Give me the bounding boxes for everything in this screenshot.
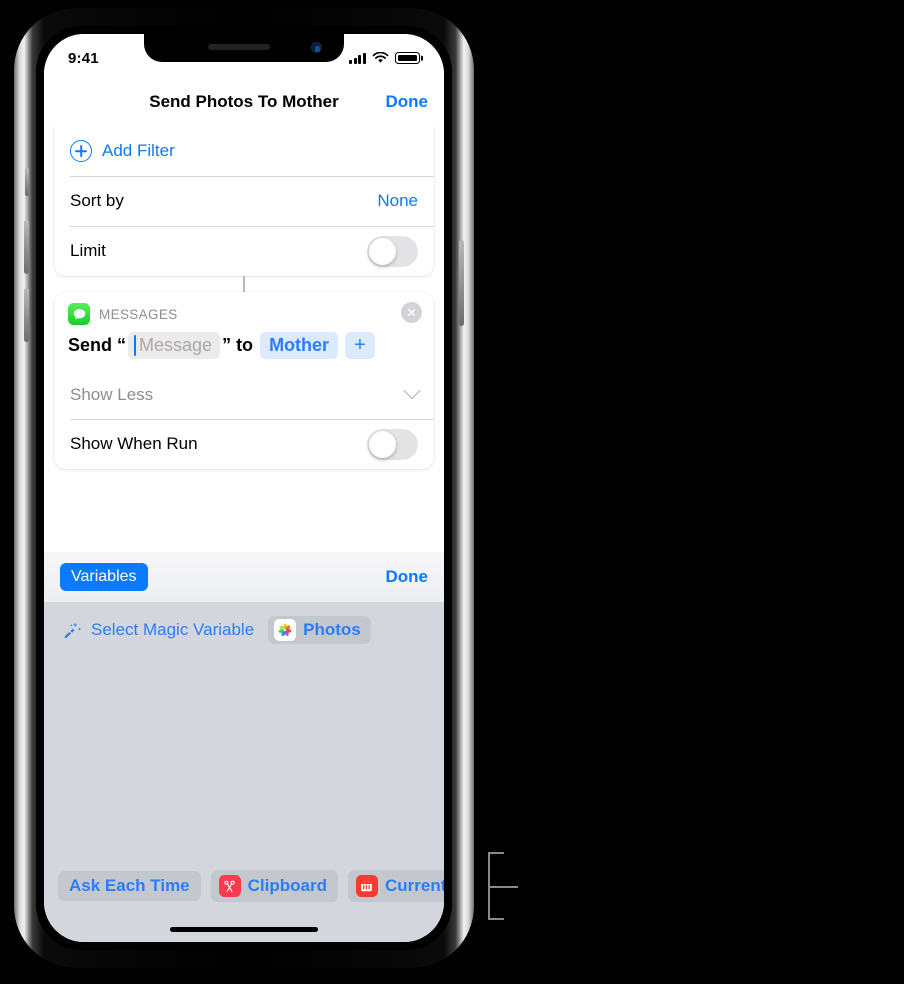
chevron-down-icon [403, 382, 421, 400]
page-title: Send Photos To Mother [149, 92, 339, 111]
limit-label: Limit [70, 241, 106, 260]
messages-app-name: MESSAGES [99, 306, 178, 322]
power-button[interactable] [459, 240, 464, 326]
recipient-token-mother[interactable]: Mother [260, 332, 339, 359]
speaker-grille [208, 44, 271, 50]
token-clipboard[interactable]: Clipboard [210, 870, 338, 902]
photos-icon [274, 619, 297, 641]
volume-down-button[interactable] [24, 288, 29, 342]
calendar-icon [355, 875, 378, 897]
add-filter-row[interactable]: Add Filter [54, 126, 434, 176]
photos-token-label: Photos [303, 620, 361, 639]
add-filter-label: Add Filter [102, 141, 175, 160]
shortcut-actions-list[interactable]: Add Filter Sort by None Limit MESSAGES S… [44, 126, 444, 552]
variables-toolbar: Variables Done [44, 552, 444, 602]
variables-button[interactable]: Variables [60, 563, 148, 591]
close-circle-icon[interactable] [401, 302, 422, 323]
plus-circle-icon [70, 140, 92, 162]
battery-full-icon [395, 52, 420, 64]
show-less-row[interactable]: Show Less [54, 371, 434, 419]
token-label: Ask Each Time [69, 876, 190, 895]
nav-done-button[interactable]: Done [386, 92, 429, 112]
clipboard-scissors-icon [218, 875, 241, 897]
messages-action-card: MESSAGES Send “ Message ” to Mother + Sh… [54, 292, 434, 469]
variables-done-button[interactable]: Done [386, 567, 429, 587]
variables-panel: Variables Done Select Magic Variable Pho… [44, 552, 444, 942]
volume-up-button[interactable] [24, 220, 29, 274]
token-label: Clipboard [247, 876, 327, 895]
variable-token-bar[interactable]: Ask Each Time Clipboard Current [44, 870, 444, 902]
message-input[interactable]: Message [128, 332, 221, 359]
text-cursor [134, 335, 137, 356]
show-when-run-row[interactable]: Show When Run [54, 419, 434, 469]
limit-row[interactable]: Limit [54, 226, 434, 276]
wifi-icon [372, 52, 389, 63]
message-placeholder: Message [139, 335, 213, 355]
sort-by-row[interactable]: Sort by None [54, 176, 434, 226]
photos-variable-token[interactable]: Photos [268, 616, 371, 644]
add-recipient-button[interactable]: + [345, 332, 375, 359]
show-less-label: Show Less [70, 385, 154, 404]
phone-frame: 9:41 Send Photos To Mother Done Add Filt… [14, 8, 474, 968]
signal-bars-icon [349, 52, 366, 64]
send-prefix-label: Send “ [68, 335, 127, 355]
action-connector-line [242, 276, 246, 292]
select-magic-variable-label: Select Magic Variable [91, 620, 255, 639]
status-icons [349, 48, 420, 64]
filter-action-card: Add Filter Sort by None Limit [54, 126, 434, 276]
token-ask-each-time[interactable]: Ask Each Time [58, 871, 201, 901]
annotation-bracket [488, 852, 522, 920]
magic-wand-icon [64, 622, 82, 638]
messages-card-header: MESSAGES [54, 292, 434, 330]
sort-by-label: Sort by [70, 191, 124, 210]
token-current-date[interactable]: Current I [347, 870, 444, 902]
show-when-run-toggle[interactable] [367, 428, 418, 460]
phone-screen: 9:41 Send Photos To Mother Done Add Filt… [44, 34, 444, 942]
sort-by-value[interactable]: None [377, 191, 418, 211]
show-when-run-label: Show When Run [70, 434, 198, 453]
notch [144, 34, 344, 62]
status-time: 9:41 [68, 49, 99, 67]
navigation-bar: Send Photos To Mother Done [44, 78, 444, 126]
front-camera [311, 42, 322, 53]
send-message-row[interactable]: Send “ Message ” to Mother + [54, 330, 434, 371]
send-middle-label: ” to [222, 335, 254, 355]
home-indicator[interactable] [170, 927, 318, 932]
silence-switch-button[interactable] [25, 168, 29, 196]
select-magic-variable-row[interactable]: Select Magic Variable Photos [44, 602, 444, 644]
limit-toggle[interactable] [367, 235, 418, 267]
messages-icon [68, 303, 90, 325]
token-label: Current I [384, 876, 444, 895]
